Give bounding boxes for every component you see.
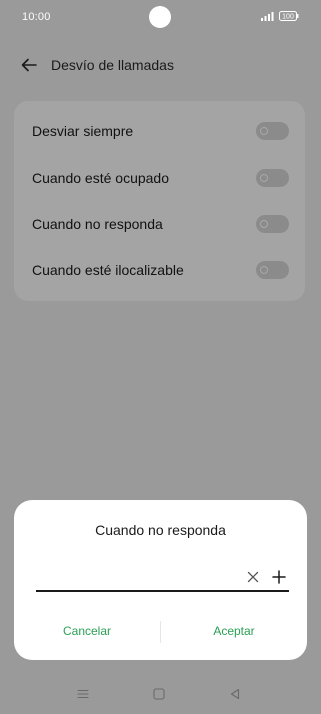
add-contact-icon[interactable] (272, 570, 286, 584)
signal-icon (261, 12, 274, 21)
setting-label: Cuando esté ocupado (32, 170, 169, 186)
toggle-knob (260, 174, 268, 182)
toggle-knob (260, 220, 268, 228)
status-bar: 10:00 100 (0, 0, 321, 36)
setting-label: Cuando esté ilocalizable (32, 262, 184, 278)
settings-card: Desviar siempre Cuando esté ocupado Cuan… (14, 101, 305, 301)
toggle-switch[interactable] (256, 122, 289, 140)
input-underline (36, 590, 289, 592)
cancel-button[interactable]: Cancelar (14, 622, 160, 644)
battery-level: 100 (282, 14, 294, 21)
setting-row-unreachable[interactable]: Cuando esté ilocalizable (14, 247, 305, 293)
back-icon[interactable] (228, 687, 242, 701)
forward-number-dialog: Cuando no responda Cancelar Aceptar (14, 500, 307, 660)
status-time: 10:00 (22, 11, 51, 23)
setting-label: Cuando no responda (32, 216, 163, 232)
accept-button[interactable]: Aceptar (161, 622, 307, 644)
navigation-bar (0, 680, 321, 710)
home-icon[interactable] (152, 687, 166, 701)
toggle-knob (260, 266, 268, 274)
dialog-title: Cuando no responda (95, 522, 226, 538)
menu-icon[interactable] (76, 687, 90, 701)
toggle-knob (260, 127, 268, 135)
phone-number-input[interactable] (36, 566, 241, 588)
setting-row-always[interactable]: Desviar siempre (14, 108, 305, 154)
toggle-switch[interactable] (256, 261, 289, 279)
setting-label: Desviar siempre (32, 123, 134, 139)
screen: 10:00 100 Desvío de llamadas Desviar sie… (0, 0, 321, 714)
battery-icon: 100 (279, 11, 299, 21)
arrow-left-icon[interactable] (20, 56, 38, 74)
camera-cutout (149, 6, 171, 28)
clear-icon[interactable] (247, 571, 259, 583)
setting-row-no-answer[interactable]: Cuando no responda (14, 201, 305, 247)
setting-row-busy[interactable]: Cuando esté ocupado (14, 155, 305, 201)
toggle-switch[interactable] (256, 215, 289, 233)
toggle-switch[interactable] (256, 169, 289, 187)
page-title: Desvío de llamadas (51, 57, 174, 73)
